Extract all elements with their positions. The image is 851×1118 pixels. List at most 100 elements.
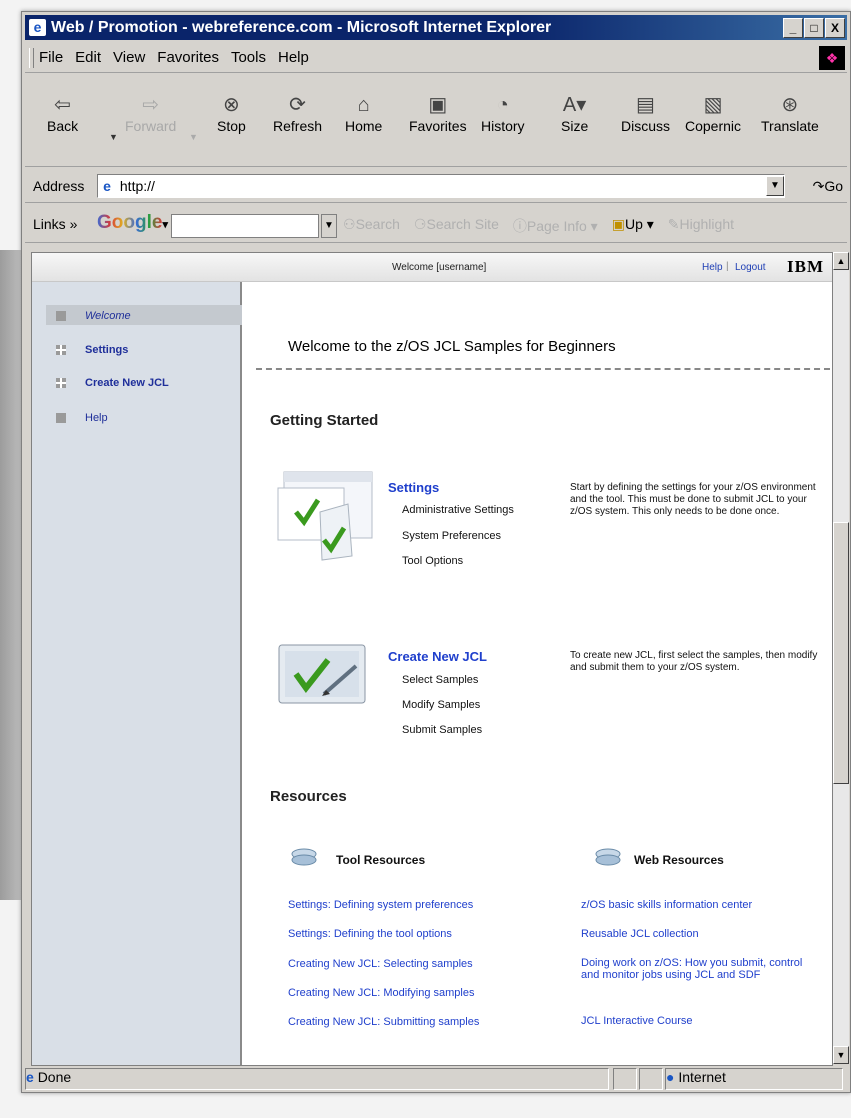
left-navigation: Welcome Settings Create New JCL Help [32, 282, 242, 1065]
home-button[interactable]: ⌂ Home [345, 92, 382, 134]
home-icon: ⌂ [357, 94, 370, 116]
links-bar: Links » Google▾ ▼ ⚇Search ⚆Search Site ⓘ… [25, 206, 847, 243]
menu-favorites[interactable]: Favorites [157, 49, 219, 66]
page-done-icon: e [26, 1069, 34, 1085]
google-up-button[interactable]: ▣Up ▾ [612, 216, 654, 236]
go-button[interactable]: ↷Go [813, 178, 843, 195]
favorites-icon: ▣ [428, 94, 448, 116]
scroll-thumb[interactable] [833, 522, 849, 784]
copernic-button[interactable]: ▧ Copernic [685, 92, 741, 134]
refresh-icon: ⟳ [289, 94, 306, 116]
standard-toolbar: ⇦ Back ▼ ⇨ Forward ▼ ⊗ Stop ⟳ Refresh ⌂ … [25, 74, 847, 167]
menu-edit[interactable]: Edit [75, 49, 101, 66]
create-sub-link-submit[interactable]: Submit Samples [402, 724, 482, 736]
tool-resources-heading: Tool Resources [336, 853, 426, 867]
browser-window: e Web / Promotion - webreference.com - M… [21, 11, 851, 1093]
create-jcl-illustration-icon [278, 644, 366, 704]
maximize-button[interactable]: □ [804, 18, 824, 38]
nav-item-settings[interactable]: Settings [56, 344, 128, 356]
page-content: Welcome [username] Help | Logout IBM Wel… [31, 252, 833, 1066]
google-page-info-button[interactable]: ⓘPage Info ▾ [513, 216, 598, 236]
status-text-panel: e Done [25, 1068, 609, 1090]
nav-item-welcome[interactable]: Welcome [56, 310, 131, 322]
dashed-divider [256, 368, 830, 370]
settings-sub-link-system-preferences[interactable]: System Preferences [402, 530, 501, 542]
menu-tools[interactable]: Tools [231, 49, 266, 66]
welcome-user-text: Welcome [username] [392, 262, 487, 273]
toolbar-grip[interactable] [29, 48, 34, 68]
back-arrow-icon: ⇦ [54, 94, 71, 116]
address-bar: Address e http:// ▼ ↷Go [25, 170, 847, 203]
back-button[interactable]: ⇦ Back [47, 92, 78, 134]
create-sub-link-modify[interactable]: Modify Samples [402, 699, 480, 711]
history-button[interactable]: ◔ History [481, 92, 525, 134]
back-dropdown[interactable]: ▼ [109, 132, 118, 142]
translate-button[interactable]: ⊛ Translate [761, 92, 819, 134]
tool-resource-link[interactable]: Settings: Defining system preferences [288, 899, 473, 911]
status-panel [639, 1068, 663, 1090]
forward-dropdown[interactable]: ▼ [189, 132, 198, 142]
google-logo[interactable]: Google▾ [97, 212, 168, 234]
status-bar: e Done ● Internet [25, 1068, 847, 1090]
menu-bar: File Edit View Favorites Tools Help ❖ [25, 44, 847, 73]
web-resource-link[interactable]: JCL Interactive Course [581, 1015, 692, 1027]
menu-help[interactable]: Help [278, 49, 309, 66]
binoculars-icon: ⚇ [343, 216, 356, 232]
status-text: Done [37, 1069, 72, 1085]
go-arrow-icon: ↷ [812, 178, 825, 194]
favorites-button[interactable]: ▣ Favorites [409, 92, 467, 134]
site-search-icon: ⚆ [413, 216, 427, 232]
size-button[interactable]: A▾ Size [561, 92, 588, 134]
settings-sub-link-tool-options[interactable]: Tool Options [402, 555, 463, 567]
menu-view[interactable]: View [113, 49, 145, 66]
header-help-link[interactable]: Help [702, 262, 723, 273]
expand-icon [56, 378, 66, 388]
tool-resource-link[interactable]: Creating New JCL: Selecting samples [288, 958, 473, 970]
tool-resource-link[interactable]: Settings: Defining the tool options [288, 928, 452, 940]
history-icon: ◔ [496, 94, 509, 116]
scroll-up-arrow-icon[interactable]: ▲ [833, 252, 849, 270]
refresh-button[interactable]: ⟳ Refresh [273, 92, 322, 134]
discuss-button[interactable]: ▤ Discuss [621, 92, 670, 134]
web-resource-link[interactable]: Reusable JCL collection [581, 928, 699, 940]
ibm-logo: IBM [787, 257, 824, 276]
main-panel: Welcome to the z/OS JCL Samples for Begi… [244, 282, 832, 1065]
web-resource-link[interactable]: Doing work on z/OS: How you submit, cont… [581, 957, 821, 981]
tool-resources-books-icon [291, 848, 317, 866]
create-sub-link-select[interactable]: Select Samples [402, 674, 478, 686]
google-highlight-button[interactable]: ✎Highlight [668, 216, 734, 236]
google-search-button[interactable]: ⚇Search [343, 216, 400, 236]
web-resource-link[interactable]: z/OS basic skills information center [581, 899, 752, 911]
menu-file[interactable]: File [39, 49, 63, 66]
settings-description: Start by defining the settings for your … [570, 482, 816, 517]
nav-item-help[interactable]: Help [56, 412, 108, 424]
resources-heading: Resources [270, 788, 347, 805]
links-label[interactable]: Links » [33, 216, 77, 232]
settings-sub-link-administrative[interactable]: Administrative Settings [402, 504, 514, 516]
page-icon: e [103, 178, 111, 194]
scroll-down-arrow-icon[interactable]: ▼ [833, 1046, 849, 1064]
google-search-input[interactable] [171, 214, 319, 238]
create-jcl-description: To create new JCL, first select the samp… [570, 650, 818, 673]
vertical-scrollbar[interactable]: ▲ ▼ [833, 252, 849, 1064]
highlighter-icon: ✎ [667, 216, 680, 232]
tool-resource-link[interactable]: Creating New JCL: Submitting samples [288, 1016, 479, 1028]
address-dropdown[interactable]: ▼ [766, 176, 784, 196]
stop-button[interactable]: ⊗ Stop [217, 92, 246, 134]
copernic-icon: ▧ [703, 94, 723, 116]
google-search-dropdown[interactable]: ▼ [321, 214, 337, 238]
bullet-icon [56, 413, 66, 423]
tool-resource-link[interactable]: Creating New JCL: Modifying samples [288, 987, 474, 999]
forward-button[interactable]: ⇨ Forward [125, 92, 176, 134]
nav-item-create-new-jcl[interactable]: Create New JCL [56, 377, 169, 389]
logout-link[interactable]: Logout [735, 262, 766, 273]
close-button[interactable]: X [825, 18, 845, 38]
globe-icon: ● [666, 1069, 675, 1085]
google-search-site-button[interactable]: ⚆Search Site [414, 216, 499, 236]
settings-section-link[interactable]: Settings [388, 480, 439, 495]
getting-started-heading: Getting Started [270, 412, 379, 429]
create-jcl-section-link[interactable]: Create New JCL [388, 649, 487, 664]
address-input[interactable]: e http:// ▼ [97, 174, 785, 198]
settings-illustration-icon [277, 471, 373, 561]
minimize-button[interactable]: _ [783, 18, 803, 38]
